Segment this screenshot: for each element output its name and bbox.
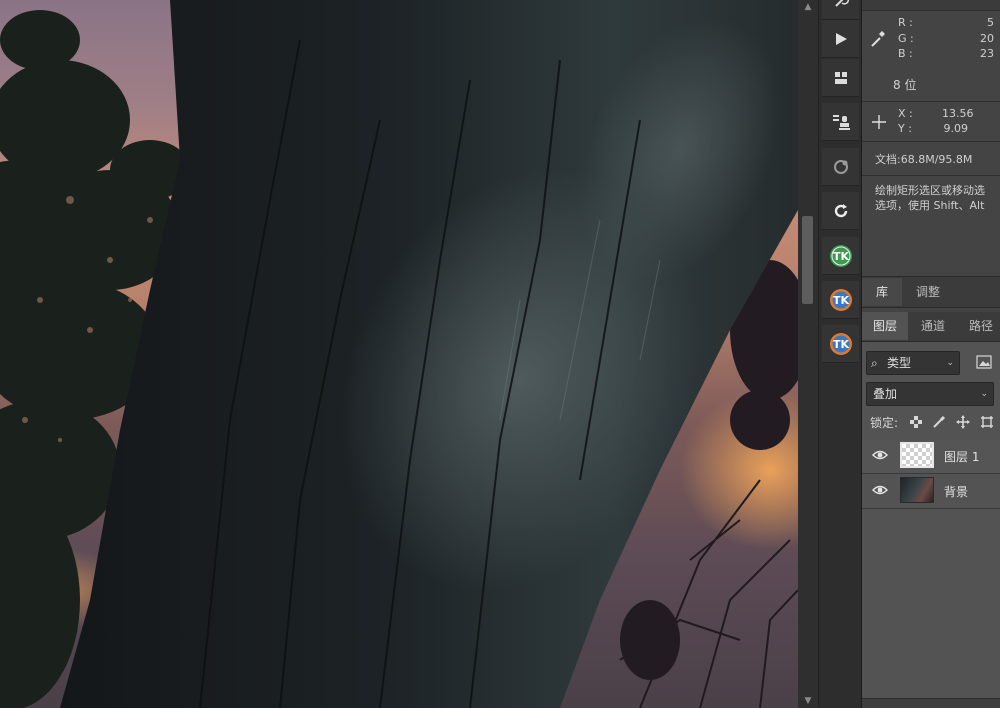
rotate-icon <box>834 203 847 217</box>
image-filter-icon[interactable] <box>976 355 992 369</box>
layer-thumbnail-photo <box>900 477 934 503</box>
x-value: 13.56 <box>942 107 974 120</box>
tab-library[interactable]: 库 <box>862 278 902 306</box>
paths-panel-button[interactable] <box>822 148 859 186</box>
tab-channels[interactable]: 通道 <box>910 312 956 340</box>
chevron-down-icon: ⌄ <box>980 389 988 399</box>
scrollbar-thumb[interactable] <box>802 216 813 304</box>
r-value: 5 <box>987 16 994 29</box>
history-brush-icon <box>834 0 849 7</box>
info-tool-hint: 绘制矩形选区或移动选 选项，使用 Shift、Alt <box>862 176 1000 276</box>
tab-adjustments[interactable]: 调整 <box>906 278 950 306</box>
r-label: R : <box>898 16 913 29</box>
eyedropper-icon <box>871 31 885 47</box>
layer-row-background[interactable]: 背景 <box>862 475 1000 509</box>
x-label: X : <box>898 107 913 120</box>
history-panel-button[interactable] <box>822 0 859 20</box>
scroll-up-arrow-icon[interactable]: ▲ <box>798 0 818 14</box>
right-panel: R : 5 G : 20 B : 23 8 位 X : 13.56 Y : 9.… <box>862 0 1000 708</box>
hint-line-1: 绘制矩形选区或移动选 <box>875 184 985 197</box>
rotate-panel-button[interactable] <box>822 192 859 230</box>
b-label: B : <box>898 47 913 60</box>
tk-panel-button-1[interactable]: TK <box>822 237 859 275</box>
layer-filter-select[interactable]: ⌕ 类型 ⌄ <box>866 351 960 375</box>
crosshair-icon <box>872 115 886 129</box>
lock-row: 锁定: <box>862 410 1000 434</box>
clone-stamp-icon <box>832 114 850 130</box>
bit-depth: 8 位 <box>893 78 917 92</box>
y-label: Y : <box>898 122 912 135</box>
tk-panel-button-2[interactable]: TK <box>822 281 859 319</box>
search-icon: ⌕ <box>871 356 878 370</box>
info-color-readout: R : 5 G : 20 B : 23 8 位 <box>862 10 1000 102</box>
svg-text:TK: TK <box>832 338 849 351</box>
layers-tab-bar: 图层 通道 路径 <box>862 312 1000 342</box>
y-value: 9.09 <box>943 122 969 135</box>
lock-transparent-pixels-icon[interactable] <box>910 416 922 428</box>
tab-paths[interactable]: 路径 <box>958 312 1000 340</box>
lock-label: 锁定: <box>870 416 899 430</box>
tab-layers[interactable]: 图层 <box>862 312 908 340</box>
tk-plugin-icon: TK <box>829 288 852 311</box>
actions-panel-button[interactable] <box>822 20 859 58</box>
svg-text:TK: TK <box>832 294 849 307</box>
g-label: G : <box>898 32 914 45</box>
lock-artboard-icon[interactable] <box>980 415 994 429</box>
tk-panel-button-3[interactable]: TK <box>822 325 859 363</box>
lock-position-icon[interactable] <box>956 415 970 429</box>
lock-image-pixels-icon[interactable] <box>932 415 946 429</box>
tk-plugin-icon: TK <box>829 244 852 267</box>
clone-source-panel-button[interactable] <box>822 103 859 141</box>
visibility-eye-icon[interactable] <box>872 449 888 461</box>
layers-panel: ⌕ 类型 ⌄ 叠加 ⌄ 锁定: 图层 1 背景 <box>862 342 1000 708</box>
tk-plugin-icon: TK <box>829 332 852 355</box>
info-doc-size: 文档:68.8M/95.8M <box>862 142 1000 176</box>
chevron-down-icon: ⌄ <box>946 358 954 368</box>
layer-row-layer-1[interactable]: 图层 1 <box>862 440 1000 474</box>
g-value: 20 <box>980 32 994 45</box>
blend-mode-select[interactable]: 叠加 ⌄ <box>866 382 994 406</box>
b-value: 23 <box>980 47 994 60</box>
layer-name: 图层 1 <box>944 450 980 464</box>
paths-icon <box>833 159 848 174</box>
scroll-down-arrow-icon[interactable]: ▼ <box>798 694 818 708</box>
play-icon <box>835 32 847 45</box>
library-tab-bar: 库 调整 <box>862 276 1000 308</box>
3d-cube-icon <box>834 71 847 84</box>
canvas-vertical-scrollbar[interactable]: ▲ ▼ <box>798 0 818 708</box>
doc-size-text: 文档:68.8M/95.8M <box>875 153 973 166</box>
info-position-readout: X : 13.56 Y : 9.09 <box>862 102 1000 142</box>
document-canvas[interactable] <box>0 0 798 708</box>
svg-text:TK: TK <box>832 250 849 263</box>
visibility-eye-icon[interactable] <box>872 484 888 496</box>
hint-line-2: 选项，使用 Shift、Alt <box>875 199 985 212</box>
blend-mode-label: 叠加 <box>873 387 898 401</box>
layer-thumbnail-transparent <box>900 442 934 468</box>
canvas-image <box>0 0 798 708</box>
layer-filter-label: 类型 <box>887 356 912 370</box>
3d-panel-button[interactable] <box>822 59 859 97</box>
layer-name: 背景 <box>944 485 969 499</box>
layers-footer <box>862 698 1000 708</box>
collapsed-panel-strip: TK TK TK <box>818 0 862 708</box>
